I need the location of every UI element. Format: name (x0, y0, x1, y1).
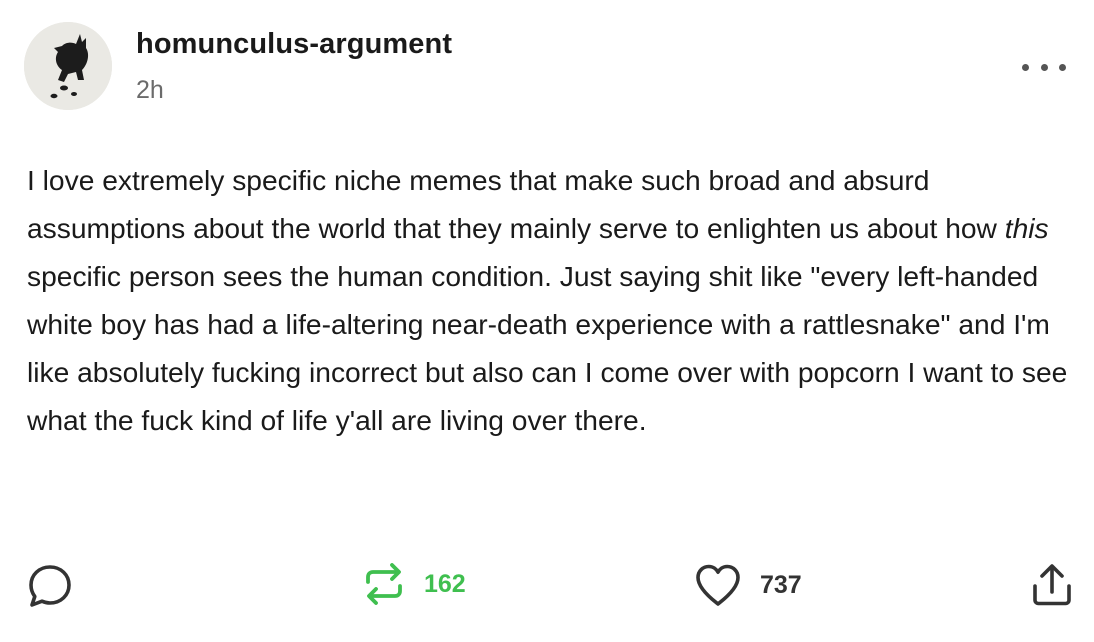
timestamp[interactable]: 2h (136, 76, 164, 105)
post-body: I love extremely specific niche memes th… (27, 156, 1075, 444)
speech-bubble-icon (29, 565, 71, 607)
avatar[interactable] (24, 22, 112, 110)
like-button[interactable]: 737 (694, 562, 802, 608)
post-actions: 162 737 (0, 556, 1094, 616)
reblog-button[interactable]: 162 (360, 560, 466, 608)
more-options-icon[interactable] (1022, 56, 1066, 78)
avatar-creature-icon (24, 22, 112, 110)
more-dot (1022, 63, 1029, 71)
more-dot (1059, 63, 1066, 71)
post-body-text-start: I love extremely specific niche memes th… (27, 164, 1005, 244)
username[interactable]: homunculus-argument (136, 28, 452, 61)
post-body-emphasis: this (1004, 212, 1049, 244)
reblog-count: 162 (424, 569, 466, 598)
post-card: homunculus-argument 2h I love extremely … (0, 0, 1094, 642)
share-button[interactable] (1030, 562, 1074, 608)
more-dot (1040, 63, 1048, 71)
reply-button[interactable] (26, 562, 74, 610)
share-upload-icon (1033, 564, 1071, 606)
reblog-arrows-icon (366, 563, 402, 605)
post-body-text-end: specific person sees the human condition… (27, 260, 1068, 436)
like-count: 737 (760, 570, 802, 599)
heart-icon (696, 564, 740, 606)
